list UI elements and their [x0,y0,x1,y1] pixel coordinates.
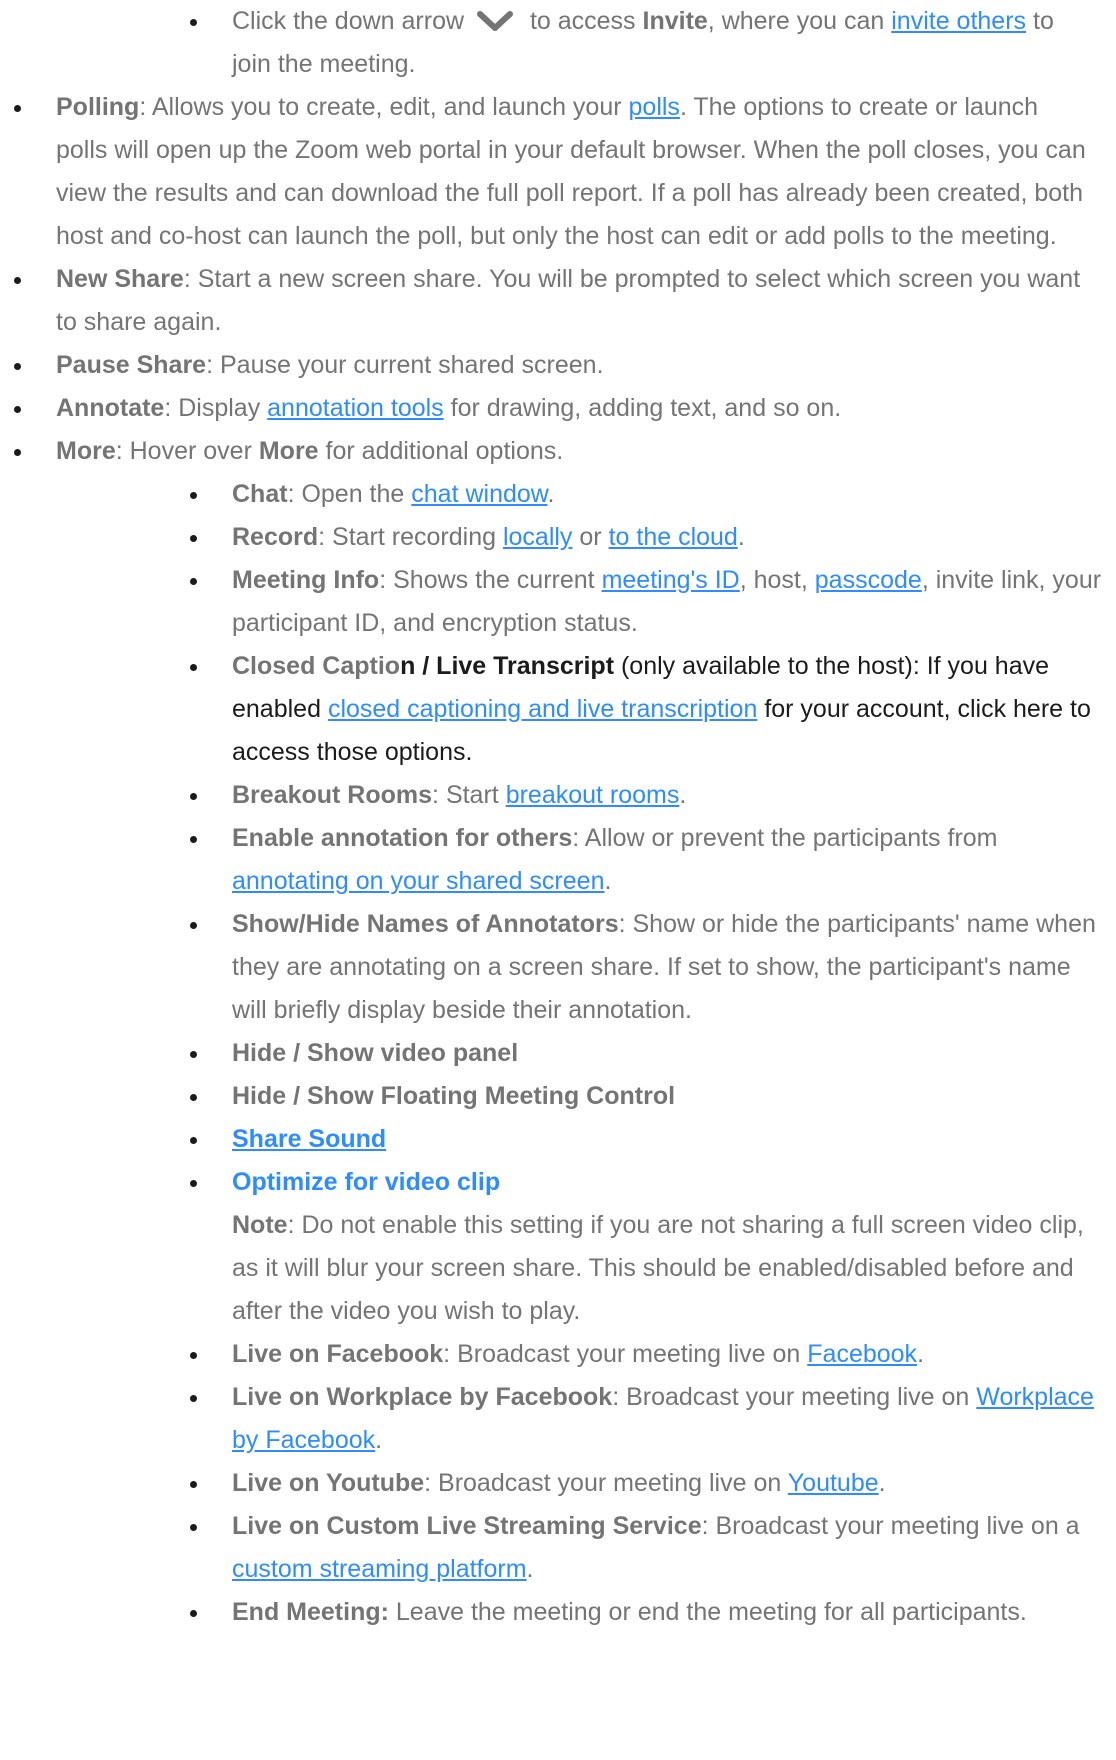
share-sound-link[interactable]: Share Sound [232,1125,386,1153]
list-item-optimize: Optimize for video clip Note: Do not ena… [176,1161,1112,1333]
closed-captioning-link[interactable]: closed captioning and live transcription [328,695,757,723]
closed-caption-label-b: n / Live Transcript [400,652,615,680]
live-facebook-text-2: . [917,1340,925,1368]
breakout-text-2: . [679,781,687,809]
annotating-shared-screen-link[interactable]: annotating on your shared screen [232,867,604,895]
list-item-live-youtube: Live on Youtube: Broadcast your meeting … [176,1462,1112,1505]
list-item-share-sound: Share Sound [176,1118,1112,1161]
document-content: Click the down arrow to access Invite, w… [0,0,1116,1634]
enable-annotation-label: Enable annotation for others [232,824,573,852]
pause-share-text: : Pause your current shared screen. [206,351,604,379]
list-item-pause-share: Pause Share: Pause your current shared s… [0,344,1096,387]
live-facebook-text-1: : Broadcast your meeting live on [443,1340,801,1368]
record-text-1: : Start recording [318,523,496,551]
list-item-live-facebook: Live on Facebook: Broadcast your meeting… [176,1333,1112,1376]
live-youtube-label: Live on Youtube [232,1469,425,1497]
pause-share-label: Pause Share [56,351,207,379]
breakout-rooms-link[interactable]: breakout rooms [506,781,680,809]
list-item-end-meeting: End Meeting: Leave the meeting or end th… [176,1591,1112,1634]
meeting-id-link[interactable]: meeting's ID [602,566,740,594]
list-item-breakout-rooms: Breakout Rooms: Start breakout rooms. [176,774,1112,817]
new-share-label: New Share [56,265,184,293]
breakout-label: Breakout Rooms [232,781,433,809]
enable-annotation-text-2: . [604,867,612,895]
note-label: Note [232,1211,288,1239]
show-hide-names-label: Show/Hide Names of Annotators [232,910,619,938]
list-item-annotate: Annotate: Display annotation tools for d… [0,387,1096,430]
optimize-note: Note: Do not enable this setting if you … [232,1204,1112,1333]
list-item-new-share: New Share: Start a new screen share. You… [0,258,1096,344]
chevron-down-icon [476,11,513,31]
live-custom-text-1: : Broadcast your meeting live on a [701,1512,1080,1540]
list-item-closed-caption: Closed Caption / Live Transcript (only a… [176,645,1112,774]
list-item-show-hide-names: Show/Hide Names of Annotators: Show or h… [176,903,1112,1032]
polls-link[interactable]: polls [629,93,680,121]
enable-annotation-text-1: : Allow or prevent the participants from [572,824,998,852]
list-item-live-custom: Live on Custom Live Streaming Service: B… [176,1505,1112,1591]
youtube-link[interactable]: Youtube [788,1469,879,1497]
record-locally-link[interactable]: locally [503,523,572,551]
polling-label: Polling [56,93,140,121]
invite-others-link[interactable]: invite others [891,7,1026,35]
video-panel-label: Hide / Show video panel [232,1039,519,1067]
floating-control-label: Hide / Show Floating Meeting Control [232,1082,676,1110]
more-label-inline: More [258,437,319,465]
live-youtube-text-2: . [878,1469,886,1497]
new-share-text: : Start a new screen share. You will be … [56,265,1081,336]
record-text-2: or [579,523,602,551]
facebook-link[interactable]: Facebook [807,1340,917,1368]
toolbar-options-list: Click the down arrow to access Invite, w… [0,0,1116,473]
live-custom-label: Live on Custom Live Streaming Service [232,1512,702,1540]
record-text-3: . [737,523,745,551]
invite-text-1: Click the down arrow [232,7,465,35]
invite-text-3: , where you can [707,7,885,35]
list-item-record: Record: Start recording locally or to th… [176,516,1112,559]
live-workplace-text-1: : Broadcast your meeting live on [612,1383,970,1411]
polling-text-1: : Allows you to create, edit, and launch… [139,93,622,121]
meeting-info-label: Meeting Info [232,566,380,594]
meeting-info-text-1: : Shows the current [379,566,595,594]
list-item-more: More: Hover over More for additional opt… [0,430,1096,473]
list-item-invite: Click the down arrow to access Invite, w… [0,0,1096,86]
record-cloud-link[interactable]: to the cloud [609,523,738,551]
chat-window-link[interactable]: chat window [411,480,547,508]
live-facebook-label: Live on Facebook [232,1340,444,1368]
live-workplace-label: Live on Workplace by Facebook [232,1383,613,1411]
annotate-label: Annotate [56,394,165,422]
invite-text-2: to access [529,7,636,35]
list-item-floating-control: Hide / Show Floating Meeting Control [176,1075,1112,1118]
list-item-video-panel: Hide / Show video panel [176,1032,1112,1075]
more-text-2: for additional options. [325,437,564,465]
chat-text-2: . [547,480,555,508]
end-meeting-text: Leave the meeting or end the meeting for… [395,1598,1027,1626]
live-youtube-text-1: : Broadcast your meeting live on [424,1469,782,1497]
list-item-chat: Chat: Open the chat window. [176,473,1112,516]
chat-label: Chat [232,480,288,508]
more-text-1: : Hover over [115,437,252,465]
passcode-link[interactable]: passcode [815,566,922,594]
more-label: More [56,437,116,465]
optimize-label: Optimize for video clip [232,1168,501,1196]
live-workplace-text-2: . [375,1426,383,1454]
breakout-text-1: : Start [432,781,499,809]
annotation-tools-link[interactable]: annotation tools [267,394,444,422]
annotate-text-2: for drawing, adding text, and so on. [450,394,842,422]
list-item-meeting-info: Meeting Info: Shows the current meeting'… [176,559,1112,645]
meeting-info-text-2: , host, [739,566,808,594]
end-meeting-label: End Meeting: [232,1598,389,1626]
list-item-live-workplace: Live on Workplace by Facebook: Broadcast… [176,1376,1112,1462]
list-item-polling: Polling: Allows you to create, edit, and… [0,86,1096,258]
chat-text-1: : Open the [287,480,405,508]
record-label: Record [232,523,319,551]
note-text: : Do not enable this setting if you are … [232,1211,1084,1325]
invite-label: Invite [642,7,708,35]
live-custom-text-2: . [526,1555,534,1583]
annotate-text-1: : Display [164,394,261,422]
list-item-enable-annotation: Enable annotation for others: Allow or p… [176,817,1112,903]
closed-caption-label-a: Closed Captio [232,652,401,680]
more-options-list: Chat: Open the chat window. Record: Star… [176,473,1116,1634]
custom-streaming-link[interactable]: custom streaming platform [232,1555,527,1583]
